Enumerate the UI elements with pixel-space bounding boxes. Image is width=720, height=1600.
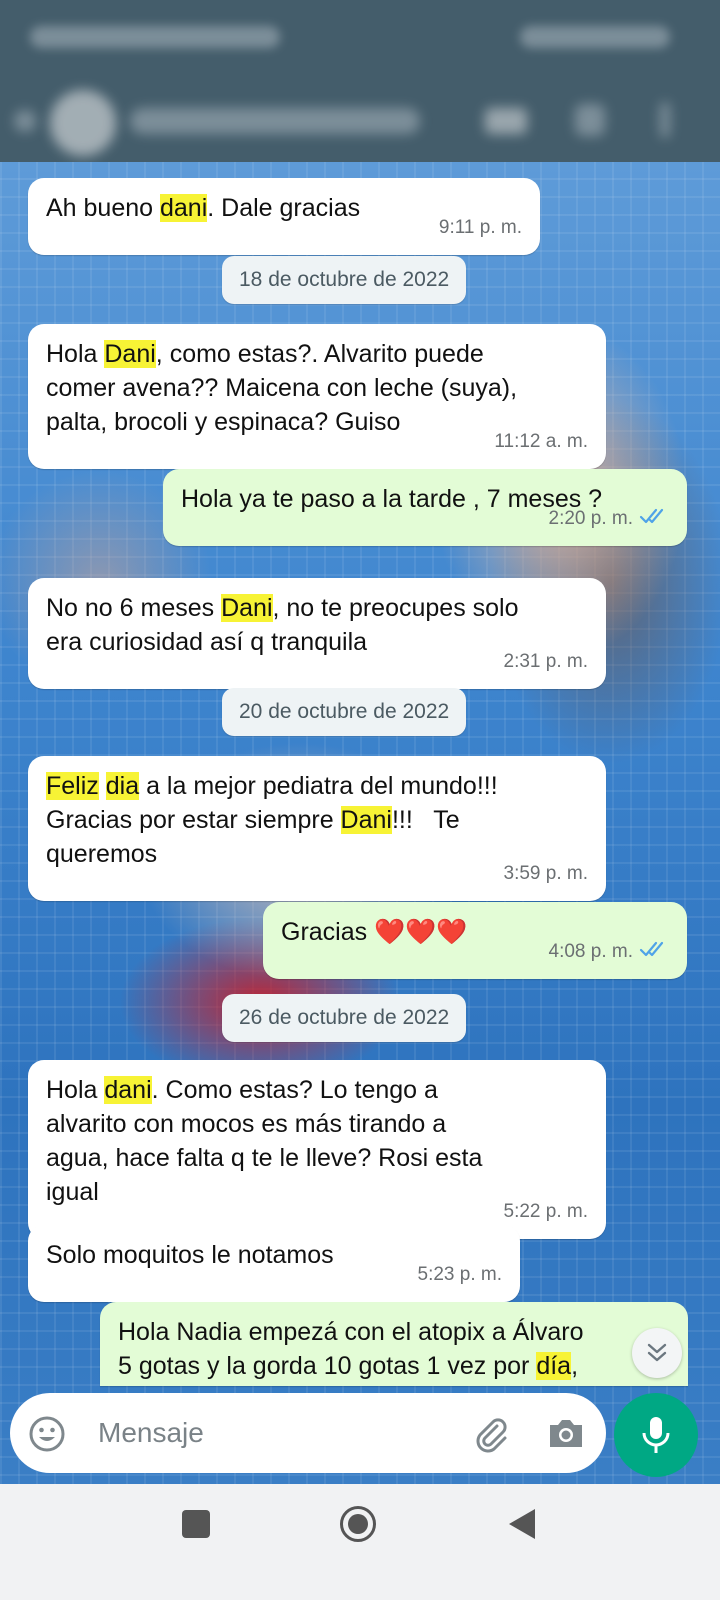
message-meta: 11:12 a. m.	[494, 425, 588, 459]
message-timestamp: 3:59 p. m.	[503, 863, 589, 884]
highlighted-search-term: Dani	[340, 806, 392, 834]
double-chevron-down-icon	[647, 1343, 667, 1362]
message-text: Hola Nadia empezá con el atopix a Álvaro…	[118, 1315, 670, 1383]
incoming-message[interactable]: Hola Dani, como estas?. Alvarito puede c…	[28, 324, 606, 469]
message-text: Hola Dani, como estas?. Alvarito puede c…	[46, 337, 588, 439]
status-icons-blurred	[520, 26, 670, 48]
incoming-message[interactable]: Hola dani. Como estas? Lo tengo a alvari…	[28, 1060, 606, 1239]
message-meta: 5:22 p. m.	[504, 1195, 589, 1229]
message-meta: 2:31 p. m.	[504, 645, 589, 679]
camera-icon[interactable]	[546, 1415, 586, 1451]
back-button[interactable]	[505, 1506, 539, 1542]
message-composer	[10, 1393, 606, 1473]
outgoing-message[interactable]: Hola ya te paso a la tarde , 7 meses ? 2:…	[163, 469, 687, 546]
message-text-segment	[99, 772, 106, 800]
message-text-segment: Gracias ❤️❤️❤️	[281, 918, 468, 946]
message-timestamp: 9:11 p. m.	[438, 217, 522, 238]
scroll-down-button[interactable]	[632, 1328, 682, 1378]
more-options-icon[interactable]	[660, 102, 670, 138]
highlighted-search-term: Dani	[104, 340, 156, 368]
outgoing-message[interactable]: Hola Nadia empezá con el atopix a Álvaro…	[100, 1302, 688, 1386]
date-divider: 20 de octubre de 2022	[222, 688, 467, 736]
outgoing-message[interactable]: Gracias ❤️❤️❤️ 4:08 p. m.	[263, 902, 687, 979]
contact-name-blurred[interactable]	[130, 108, 420, 134]
message-text: Feliz dia a la mejor pediatra del mundo!…	[46, 769, 588, 871]
date-divider: 26 de octubre de 2022	[222, 994, 467, 1042]
attach-icon[interactable]	[470, 1413, 510, 1453]
recents-button[interactable]	[182, 1510, 210, 1538]
home-button[interactable]	[340, 1506, 376, 1542]
status-time-blurred	[30, 26, 280, 48]
message-timestamp: 5:23 p. m.	[417, 1264, 503, 1285]
highlighted-search-term: dia	[105, 772, 140, 800]
message-text-segment: Ah bueno	[46, 194, 160, 222]
message-timestamp: 4:08 p. m.	[548, 941, 634, 962]
chat-header	[0, 80, 720, 162]
message-meta: 2:20 p. m.	[549, 502, 670, 536]
highlighted-search-term: Dani	[221, 594, 273, 622]
message-meta: 4:08 p. m.	[549, 935, 670, 969]
incoming-message[interactable]: Solo moquitos le notamos 5:23 p. m.	[28, 1225, 520, 1302]
incoming-message[interactable]: No no 6 meses Dani, no te preocupes solo…	[28, 578, 606, 689]
double-check-read-icon	[639, 502, 669, 536]
incoming-message[interactable]: Feliz dia a la mejor pediatra del mundo!…	[28, 756, 606, 901]
phone-call-icon[interactable]	[575, 104, 605, 136]
message-text-segment: ,	[571, 1352, 579, 1380]
message-text-segment: . Dale gracias	[207, 194, 361, 222]
message-timestamp: 2:31 p. m.	[503, 651, 589, 672]
message-input[interactable]	[98, 1415, 458, 1451]
double-check-read-icon	[639, 935, 669, 969]
incoming-message[interactable]: Ah bueno dani. Dale gracias 9:11 p. m.	[28, 178, 540, 255]
highlighted-search-term: dani	[160, 194, 208, 222]
message-meta: 9:11 p. m.	[439, 211, 522, 245]
message-text-segment: No no 6 meses	[46, 594, 222, 622]
message-timestamp: 11:12 a. m.	[494, 431, 588, 452]
emoji-icon[interactable]	[28, 1415, 66, 1453]
date-divider: 18 de octubre de 2022	[222, 256, 467, 304]
contact-avatar[interactable]	[50, 90, 116, 156]
system-navigation-bar	[0, 1484, 720, 1600]
message-text-segment: Hola Nadia empezá con el atopix a Álvaro…	[118, 1318, 584, 1380]
voice-message-button[interactable]	[614, 1393, 698, 1477]
message-timestamp: 2:20 p. m.	[548, 508, 634, 529]
back-arrow-icon[interactable]	[14, 110, 36, 132]
microphone-icon	[642, 1417, 670, 1453]
highlighted-search-term: día	[536, 1352, 572, 1380]
message-meta: 5:23 p. m.	[418, 1258, 503, 1292]
highlighted-search-term: dani	[104, 1076, 152, 1104]
message-text-segment: Solo moquitos le notamos	[46, 1241, 334, 1269]
video-call-icon[interactable]	[485, 108, 527, 134]
message-text-segment: Hola	[46, 1076, 105, 1104]
message-meta: 3:59 p. m.	[504, 857, 589, 891]
highlighted-search-term: Feliz	[46, 772, 99, 800]
message-text: Hola dani. Como estas? Lo tengo a alvari…	[46, 1073, 588, 1209]
message-text-segment: Hola	[46, 340, 105, 368]
status-bar	[0, 0, 720, 80]
home-dot-icon	[348, 1514, 368, 1534]
message-text-segment: Hola ya te paso a la tarde , 7 meses ?	[181, 485, 603, 513]
message-timestamp: 5:22 p. m.	[503, 1201, 589, 1222]
